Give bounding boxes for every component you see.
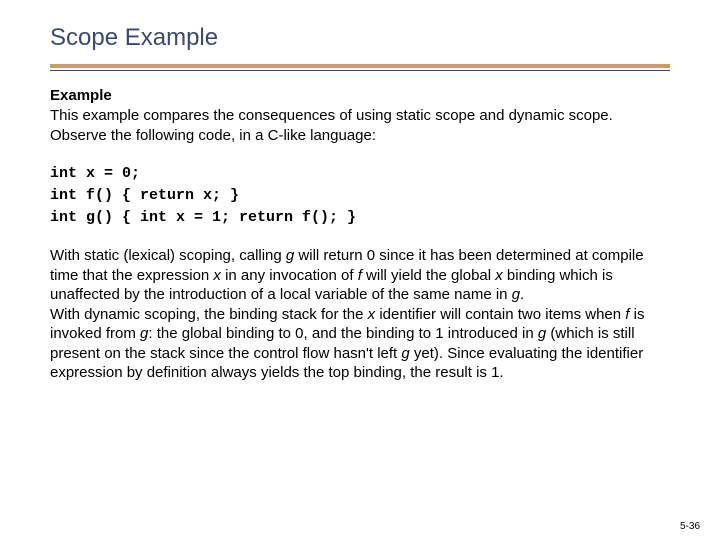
code-block: int x = 0; int f() { return x; } int g()… <box>50 163 670 228</box>
slide: Scope Example Example This example compa… <box>0 0 720 540</box>
intro-text: This example compares the consequences o… <box>50 106 670 145</box>
page-title: Scope Example <box>50 24 670 52</box>
page-number: 5-36 <box>680 521 700 532</box>
body-text: With static (lexical) scoping, calling g… <box>50 246 670 383</box>
divider-thin <box>50 70 670 71</box>
divider-thick <box>50 64 670 68</box>
example-heading: Example <box>50 87 670 104</box>
